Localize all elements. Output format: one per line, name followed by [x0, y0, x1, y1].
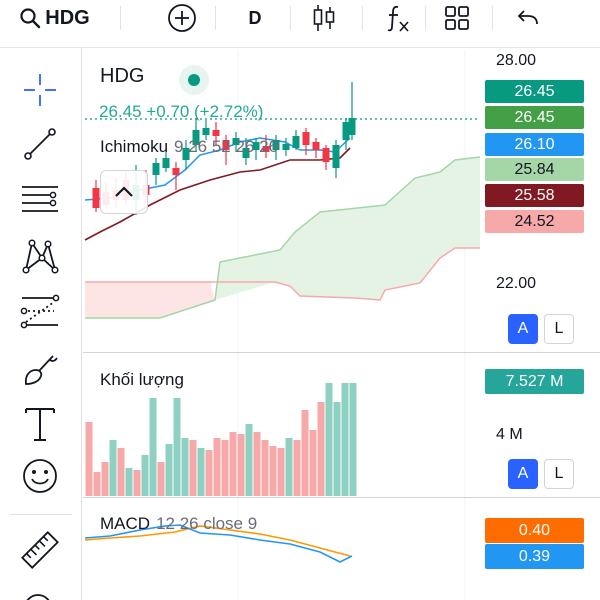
candle-body	[172, 168, 180, 175]
market-status-icon[interactable]	[179, 65, 209, 95]
macd-legend[interactable]: MACD 12 26 close 9	[100, 514, 257, 534]
candle-body	[152, 163, 160, 175]
candle-body	[202, 128, 210, 135]
macd-value-label: 0.39	[485, 544, 584, 569]
volume-label: 7.527 M	[485, 369, 584, 394]
candle-body	[282, 144, 290, 150]
volume-bar	[317, 402, 325, 496]
trading-app: HDG D HDG 26.45 +0.70 (+2.72%) Ichimoku …	[0, 0, 600, 600]
pane-divider[interactable]	[83, 497, 600, 498]
volume-bar	[197, 448, 205, 496]
volume-bar	[125, 468, 133, 496]
price-label: 25.84	[485, 158, 584, 181]
cloud-green-fill	[215, 157, 480, 300]
log-scale-button[interactable]: L	[544, 459, 574, 489]
volume-bar	[341, 383, 349, 496]
macd-name: MACD	[100, 514, 151, 533]
volume-legend[interactable]: Khối lượng	[100, 370, 184, 390]
auto-scale-button[interactable]: A	[508, 314, 538, 344]
volume-bar	[141, 455, 149, 496]
cloud-red-fill	[85, 282, 215, 318]
volume-bar	[109, 440, 117, 496]
volume-bar	[205, 450, 213, 496]
candle-body	[212, 130, 220, 136]
indicator-params: 9 26 52 26 26	[174, 137, 279, 156]
last-price-label: 26.45	[485, 80, 584, 103]
volume-bar	[173, 398, 181, 496]
volume-tick: 4 M	[496, 426, 523, 443]
volume-bar	[101, 462, 109, 496]
volume-bar	[293, 440, 301, 496]
volume-bar	[181, 438, 189, 496]
candle-body	[332, 145, 340, 168]
volume-bar	[253, 432, 261, 496]
legend-symbol: HDG	[100, 65, 145, 87]
volume-bar	[85, 422, 93, 496]
volume-bar	[301, 410, 309, 496]
pane-divider[interactable]	[83, 352, 600, 353]
log-scale-button[interactable]: L	[544, 314, 574, 344]
volume-bar	[325, 383, 333, 496]
candle-body	[348, 118, 356, 135]
volume-bar	[309, 430, 317, 496]
legend-quote: 26.45 +0.70 (+2.72%)	[99, 102, 264, 121]
volume-bar	[117, 448, 125, 496]
volume-bar	[277, 448, 285, 496]
price-label: 25.58	[485, 184, 584, 207]
chevron-up-icon	[113, 185, 135, 199]
volume-bar	[349, 383, 357, 496]
volume-bar	[149, 398, 157, 496]
price-tick: 22.00	[496, 275, 537, 292]
volume-bar	[229, 432, 237, 496]
collapse-legend-button[interactable]	[100, 170, 148, 214]
candle-body	[302, 132, 310, 145]
volume-bar	[261, 440, 269, 496]
volume-bar	[333, 402, 341, 496]
volume-bar	[133, 470, 141, 496]
volume-bar	[245, 424, 253, 496]
price-tick: 28.00	[496, 52, 537, 69]
candle-body	[92, 188, 100, 208]
volume-bar	[269, 446, 277, 496]
price-label: 24.52	[485, 210, 584, 233]
candle-body	[322, 148, 330, 162]
volume-bar	[93, 472, 101, 496]
volume-bar	[285, 438, 293, 496]
macd-params: 12 26 close 9	[156, 514, 258, 533]
indicator-name: Ichimoku	[100, 137, 169, 156]
candle-body	[342, 122, 350, 140]
ichimoku-legend[interactable]: Ichimoku 9 26 52 26 26	[100, 137, 278, 157]
price-label: 26.10	[485, 133, 584, 156]
volume-bar	[213, 438, 221, 496]
auto-scale-button[interactable]: A	[508, 459, 538, 489]
volume-bar	[237, 434, 245, 496]
volume-bars	[85, 383, 357, 496]
volume-bar	[165, 444, 173, 496]
candle-body	[292, 136, 300, 148]
volume-bar	[221, 440, 229, 496]
price-label: 26.45	[485, 106, 584, 129]
signal-label: 0.40	[485, 518, 584, 543]
volume-bar	[157, 462, 165, 496]
volume-bar	[189, 440, 197, 496]
candle-body	[162, 158, 170, 168]
candle-body	[312, 142, 320, 150]
